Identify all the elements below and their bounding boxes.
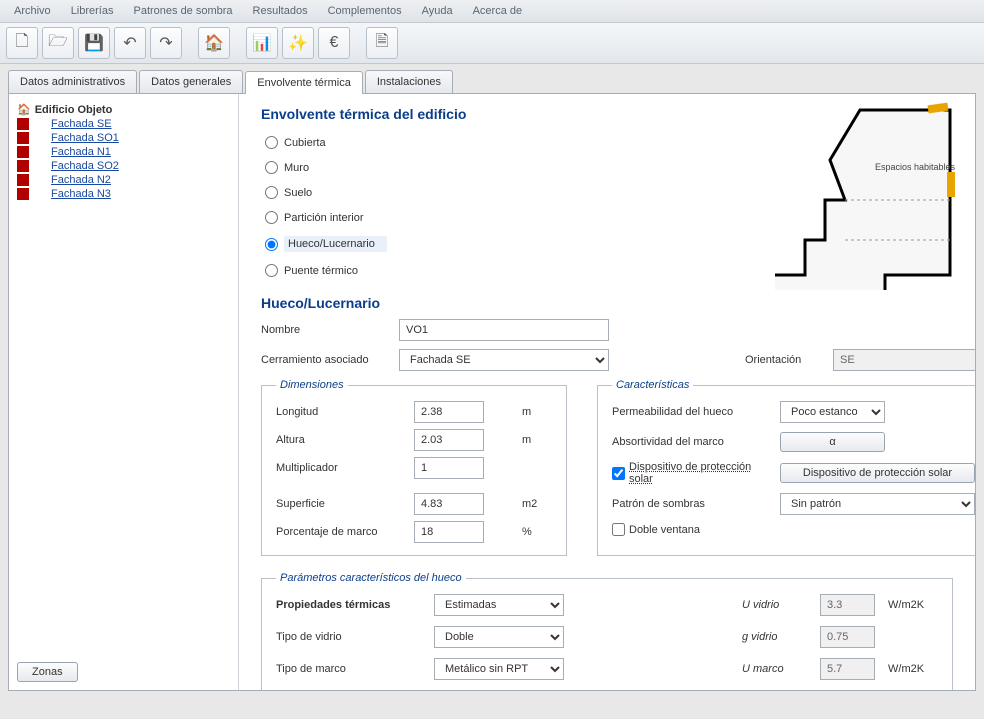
legend-par: Parámetros característicos del hueco	[276, 572, 466, 584]
input-mult[interactable]	[414, 457, 484, 479]
tab-instalaciones[interactable]: Instalaciones	[365, 70, 453, 93]
input-superficie[interactable]	[414, 493, 484, 515]
select-patron[interactable]: Sin patrón	[780, 493, 975, 515]
svg-text:Espacios habitables: Espacios habitables	[875, 162, 956, 172]
unit-m2-2: m2	[522, 498, 552, 510]
fieldset-dimensiones: Dimensiones Longitud m Altura m Multipli…	[261, 379, 567, 556]
tree-item-fachada-n1[interactable]: Fachada N1	[17, 145, 230, 159]
unit-wmk2: W/m2K	[888, 663, 938, 675]
label-perm: Permeabilidad del hueco	[612, 406, 772, 418]
label-superficie: Superficie	[276, 498, 406, 510]
checkbox-doble[interactable]	[612, 523, 625, 536]
menu-resultados[interactable]: Resultados	[245, 2, 316, 20]
label-umarco: U marco	[742, 663, 812, 675]
menu-patrones[interactable]: Patrones de sombra	[125, 2, 240, 20]
calc-icon[interactable]: 📊	[246, 27, 278, 59]
label-cerramiento: Cerramiento asociado	[261, 354, 391, 366]
label-tipo-vidrio: Tipo de vidrio	[276, 631, 426, 643]
toolbar: 🗋 🗁 💾 ↶ ↷ 🏠 📊 ✨ € 🗎	[0, 23, 984, 64]
fieldset-caracteristicas: Características Permeabilidad del hueco …	[597, 379, 975, 556]
tree-panel: 🏠 Edificio Objeto Fachada SE Fachada SO1…	[9, 94, 239, 690]
menu-archivo[interactable]: Archivo	[6, 2, 59, 20]
select-prop[interactable]: Estimadas	[434, 594, 564, 616]
dispositivo-button[interactable]: Dispositivo de protección solar	[780, 463, 975, 483]
facade-icon	[17, 160, 29, 172]
label-orientacion: Orientación	[745, 354, 825, 366]
tree-root[interactable]: 🏠 Edificio Objeto	[17, 102, 230, 117]
section-title-hueco: Hueco/Lucernario	[261, 295, 953, 311]
building-icon[interactable]: 🏠	[198, 27, 230, 59]
doc-icon[interactable]: 🗎	[366, 27, 398, 59]
label-tipo-marco: Tipo de marco	[276, 663, 426, 675]
zones-button[interactable]: Zonas	[17, 662, 78, 682]
open-file-icon[interactable]: 🗁	[42, 27, 74, 59]
menu-ayuda[interactable]: Ayuda	[414, 2, 461, 20]
tree-item-fachada-so2[interactable]: Fachada SO2	[17, 159, 230, 173]
tab-datos-generales[interactable]: Datos generales	[139, 70, 243, 93]
checkbox-dispositivo[interactable]	[612, 467, 625, 480]
facade-icon	[17, 146, 29, 158]
new-file-icon[interactable]: 🗋	[6, 27, 38, 59]
input-umarco	[820, 658, 875, 680]
tab-datos-admin[interactable]: Datos administrativos	[8, 70, 137, 93]
menu-acerca[interactable]: Acerca de	[465, 2, 531, 20]
select-marco[interactable]: Metálico sin RPT	[434, 658, 564, 680]
unit-m2: m	[522, 434, 552, 446]
legend-dim: Dimensiones	[276, 379, 348, 391]
content-panel: Espacios habitables Envolvente térmica d…	[239, 94, 975, 690]
label-uvidrio: U vidrio	[742, 599, 812, 611]
unit-wmk1: W/m2K	[888, 599, 938, 611]
label-prop: Propiedades térmicas	[276, 599, 426, 611]
menu-complementos[interactable]: Complementos	[320, 2, 410, 20]
home-icon: 🏠	[17, 103, 31, 116]
select-perm[interactable]: Poco estanco	[780, 401, 885, 423]
input-orientacion	[833, 349, 975, 371]
facade-icon	[17, 174, 29, 186]
menu-librerias[interactable]: Librerías	[63, 2, 122, 20]
facade-icon	[17, 188, 29, 200]
label-longitud: Longitud	[276, 406, 406, 418]
label-gvidrio: g vidrio	[742, 631, 812, 643]
input-nombre[interactable]	[399, 319, 609, 341]
tab-envolvente[interactable]: Envolvente térmica	[245, 71, 363, 94]
unit-pct: %	[522, 526, 552, 538]
save-file-icon[interactable]: 💾	[78, 27, 110, 59]
wand-icon[interactable]: ✨	[282, 27, 314, 59]
label-altura: Altura	[276, 434, 406, 446]
tree-item-fachada-se[interactable]: Fachada SE	[17, 117, 230, 131]
tree-item-fachada-n3[interactable]: Fachada N3	[17, 187, 230, 201]
label-patron: Patrón de sombras	[612, 498, 772, 510]
input-pct[interactable]	[414, 521, 484, 543]
alpha-button[interactable]: α	[780, 432, 885, 452]
building-diagram: Espacios habitables	[765, 100, 975, 290]
label-mult: Multiplicador	[276, 462, 406, 474]
redo-icon[interactable]: ↷	[150, 27, 182, 59]
input-gvidrio	[820, 626, 875, 648]
input-longitud[interactable]	[414, 401, 484, 423]
facade-icon	[17, 118, 29, 130]
label-nombre: Nombre	[261, 324, 391, 336]
legend-car: Características	[612, 379, 693, 391]
main-tabs: Datos administrativos Datos generales En…	[0, 64, 984, 93]
input-altura[interactable]	[414, 429, 484, 451]
label-abs: Absortividad del marco	[612, 436, 772, 448]
euro-icon[interactable]: €	[318, 27, 350, 59]
input-uvidrio	[820, 594, 875, 616]
fieldset-parametros: Parámetros característicos del hueco Pro…	[261, 572, 953, 690]
label-disp-cb: Dispositivo de protección solar	[629, 461, 772, 485]
unit-m1: m	[522, 406, 552, 418]
select-vidrio[interactable]: Doble	[434, 626, 564, 648]
facade-icon	[17, 132, 29, 144]
label-pct: Porcentaje de marco	[276, 526, 406, 538]
label-doble: Doble ventana	[629, 524, 700, 536]
undo-icon[interactable]: ↶	[114, 27, 146, 59]
menu-bar: Archivo Librerías Patrones de sombra Res…	[0, 0, 984, 23]
tree-item-fachada-so1[interactable]: Fachada SO1	[17, 131, 230, 145]
select-cerramiento[interactable]: Fachada SE	[399, 349, 609, 371]
tree-item-fachada-n2[interactable]: Fachada N2	[17, 173, 230, 187]
